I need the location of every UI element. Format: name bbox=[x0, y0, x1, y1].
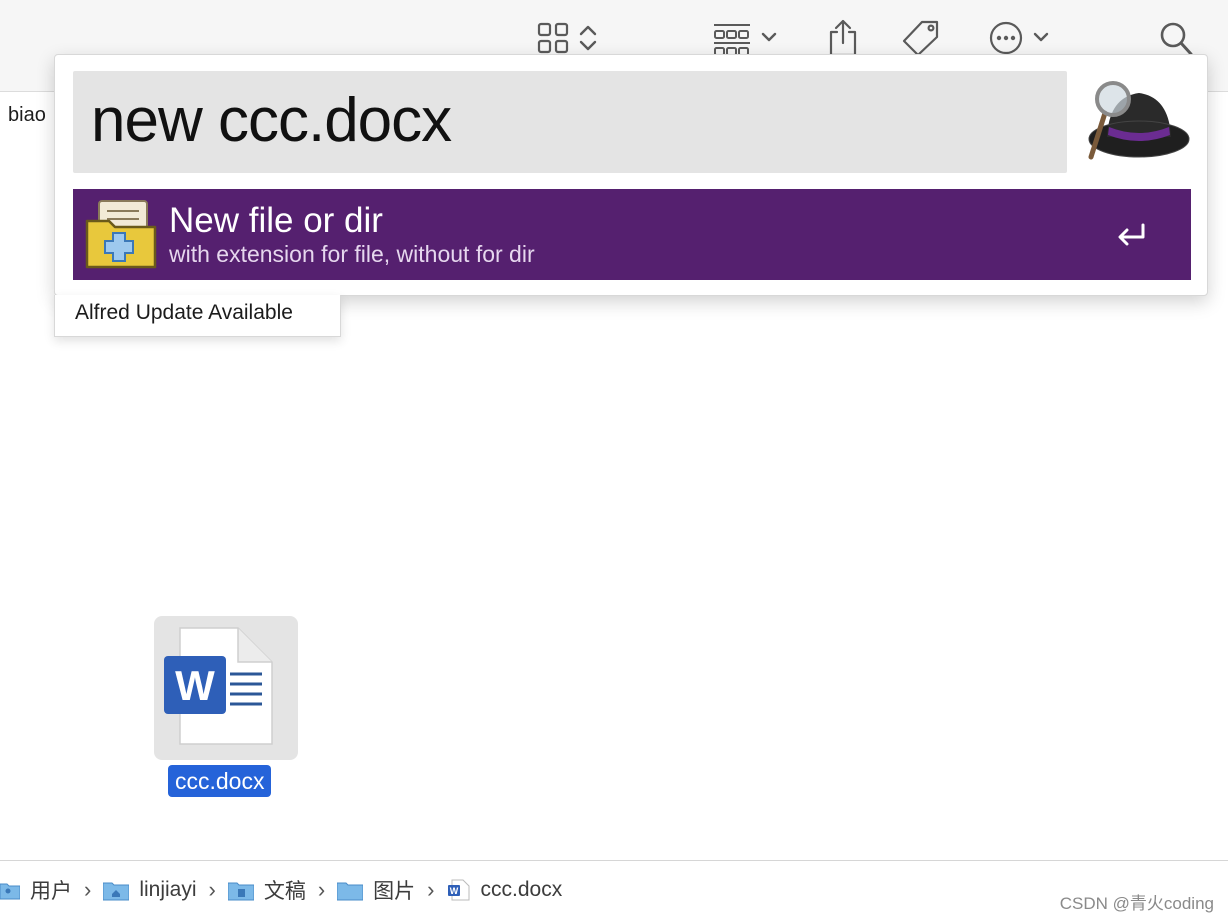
word-document-icon: W bbox=[164, 627, 273, 745]
file-name-label[interactable]: ccc.docx bbox=[168, 765, 272, 797]
new-folder-plus-icon bbox=[85, 200, 157, 269]
grid-view-icon bbox=[537, 22, 569, 54]
alfred-search-field[interactable]: new ccc.docx bbox=[73, 71, 1067, 173]
path-item-users[interactable]: 用户 bbox=[0, 875, 72, 905]
tag-button[interactable] bbox=[900, 18, 942, 58]
path-separator-chevron-icon: › bbox=[208, 877, 216, 902]
word-document-icon: W bbox=[447, 879, 469, 901]
path-item-file[interactable]: W ccc.docx bbox=[447, 878, 562, 902]
more-icon bbox=[989, 21, 1023, 55]
return-key-icon bbox=[1118, 223, 1145, 246]
path-item-documents[interactable]: 文稿 bbox=[227, 875, 306, 905]
alfred-query-text[interactable]: new ccc.docx bbox=[91, 85, 452, 156]
alfred-window: new ccc.docx New file or dir with extens… bbox=[54, 54, 1208, 296]
chevron-down-icon bbox=[1033, 32, 1049, 42]
alfred-result-selected[interactable]: New file or dir with extension for file,… bbox=[73, 189, 1191, 280]
path-separator-chevron-icon: › bbox=[84, 877, 92, 902]
file-item-icon-tile[interactable]: W bbox=[154, 616, 298, 760]
group-icon bbox=[714, 24, 750, 55]
search-icon bbox=[1160, 22, 1193, 56]
update-notice-label: Alfred Update Available bbox=[75, 301, 293, 324]
more-actions-button[interactable] bbox=[988, 18, 1050, 58]
path-item-home[interactable]: linjiayi bbox=[103, 878, 197, 902]
finder-window: biao new ccc.docx New file or dir with e… bbox=[0, 0, 1228, 920]
result-title: New file or dir bbox=[169, 201, 383, 240]
share-button[interactable] bbox=[826, 18, 860, 58]
folder-icon bbox=[337, 882, 364, 901]
group-button[interactable] bbox=[712, 18, 778, 58]
user-folder-icon bbox=[0, 883, 20, 900]
result-subtitle: with extension for file, without for dir bbox=[169, 241, 535, 267]
svg-text:W: W bbox=[449, 886, 458, 896]
home-folder-icon bbox=[103, 882, 130, 901]
sort-chevrons-icon bbox=[579, 25, 597, 51]
sidebar-partial-text: biao bbox=[8, 104, 46, 126]
svg-text:W: W bbox=[175, 662, 215, 709]
path-separator-chevron-icon: › bbox=[317, 877, 326, 902]
search-button[interactable] bbox=[1158, 18, 1194, 58]
documents-folder-icon bbox=[227, 882, 254, 901]
alfred-update-notice[interactable]: Alfred Update Available bbox=[54, 295, 341, 337]
path-separator-chevron-icon: › bbox=[427, 877, 435, 902]
tag-icon bbox=[902, 20, 939, 57]
breadcrumb: 用户 › linjiayi › 文稿 › 图片 › W ccc.docx bbox=[0, 875, 562, 905]
view-mode-button[interactable] bbox=[536, 18, 598, 58]
alfred-hat-logo-icon bbox=[1088, 81, 1190, 160]
watermark-text: CSDN @青火coding bbox=[1059, 894, 1214, 913]
path-item-pictures[interactable]: 图片 bbox=[337, 875, 415, 905]
share-icon bbox=[829, 19, 857, 57]
path-bar: 用户 › linjiayi › 文稿 › 图片 › W ccc.docx CSD… bbox=[0, 860, 1228, 920]
chevron-down-icon bbox=[761, 32, 777, 42]
